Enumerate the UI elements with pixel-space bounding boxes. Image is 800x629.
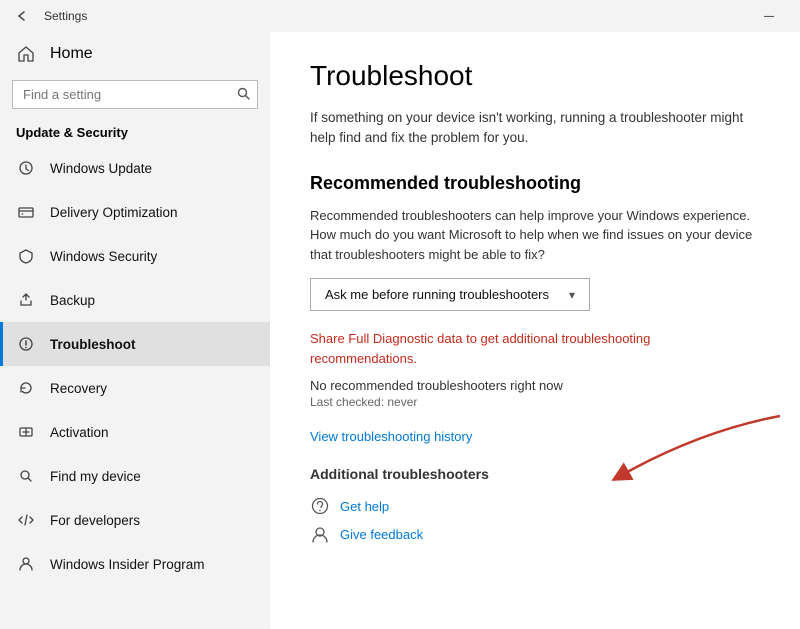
chevron-down-icon: ▾ xyxy=(569,288,575,302)
home-label: Home xyxy=(50,45,93,63)
page-subtitle: If something on your device isn't workin… xyxy=(310,108,760,149)
content-area: Troubleshoot If something on your device… xyxy=(270,32,800,629)
back-icon xyxy=(16,10,28,22)
search-input[interactable] xyxy=(12,80,258,109)
window-controls: — xyxy=(746,0,792,32)
get-help-link[interactable]: Get help xyxy=(340,499,389,514)
recommended-section-title: Recommended troubleshooting xyxy=(310,173,760,194)
sidebar-item-label: Windows Security xyxy=(50,249,157,264)
update-icon xyxy=(16,158,36,178)
sidebar-item-troubleshoot[interactable]: Troubleshoot xyxy=(0,322,270,366)
diagnostic-link-container: Share Full Diagnostic data to get additi… xyxy=(310,329,760,368)
get-help-icon xyxy=(310,496,330,516)
troubleshoot-dropdown[interactable]: Ask me before running troubleshooters ▾ xyxy=(310,278,590,311)
app-title: Settings xyxy=(44,9,87,23)
additional-section-title: Additional troubleshooters xyxy=(310,466,760,482)
sidebar-item-for-developers[interactable]: For developers xyxy=(0,498,270,542)
minimize-button[interactable]: — xyxy=(746,0,792,32)
diagnostic-link[interactable]: Share Full Diagnostic data to get additi… xyxy=(310,331,650,366)
sidebar-item-windows-update[interactable]: Windows Update xyxy=(0,146,270,190)
find-device-icon xyxy=(16,466,36,486)
give-feedback-item[interactable]: Give feedback xyxy=(310,524,760,544)
sidebar-item-activation[interactable]: Activation xyxy=(0,410,270,454)
give-feedback-link[interactable]: Give feedback xyxy=(340,527,423,542)
no-troubleshooters-text: No recommended troubleshooters right now xyxy=(310,378,760,393)
developer-icon xyxy=(16,510,36,530)
sidebar-item-delivery-optimization[interactable]: Delivery Optimization xyxy=(0,190,270,234)
activation-icon xyxy=(16,422,36,442)
sidebar-item-label: Backup xyxy=(50,293,95,308)
search-button[interactable] xyxy=(233,85,254,105)
backup-icon xyxy=(16,290,36,310)
back-button[interactable] xyxy=(8,2,36,30)
help-links: Get help Give feedback xyxy=(310,496,760,544)
sidebar: Home Update & Security Windows U xyxy=(0,32,270,629)
page-title: Troubleshoot xyxy=(310,60,760,92)
sidebar-item-label: Activation xyxy=(50,425,109,440)
give-feedback-icon xyxy=(310,524,330,544)
search-icon xyxy=(237,87,250,100)
sidebar-item-label: Windows Insider Program xyxy=(50,557,205,572)
sidebar-item-label: Troubleshoot xyxy=(50,337,136,352)
sidebar-item-label: For developers xyxy=(50,513,140,528)
sidebar-item-windows-security[interactable]: Windows Security xyxy=(0,234,270,278)
sidebar-section-header: Update & Security xyxy=(0,117,270,146)
insider-icon xyxy=(16,554,36,574)
delivery-icon xyxy=(16,202,36,222)
search-container xyxy=(12,80,258,109)
recovery-icon xyxy=(16,378,36,398)
view-history-link[interactable]: View troubleshooting history xyxy=(310,429,760,444)
sidebar-item-label: Delivery Optimization xyxy=(50,205,178,220)
title-bar: Settings — xyxy=(0,0,800,32)
sidebar-item-recovery[interactable]: Recovery xyxy=(0,366,270,410)
get-help-item[interactable]: Get help xyxy=(310,496,760,516)
sidebar-item-find-my-device[interactable]: Find my device xyxy=(0,454,270,498)
additional-section: Additional troubleshooters xyxy=(310,466,760,482)
sidebar-item-label: Find my device xyxy=(50,469,141,484)
last-checked-text: Last checked: never xyxy=(310,395,760,409)
troubleshoot-icon xyxy=(16,334,36,354)
home-icon xyxy=(16,44,36,64)
app-body: Home Update & Security Windows U xyxy=(0,32,800,629)
sidebar-item-backup[interactable]: Backup xyxy=(0,278,270,322)
sidebar-item-home[interactable]: Home xyxy=(0,32,270,76)
recommended-section-description: Recommended troubleshooters can help imp… xyxy=(310,206,760,265)
sidebar-item-windows-insider[interactable]: Windows Insider Program xyxy=(0,542,270,586)
dropdown-value: Ask me before running troubleshooters xyxy=(325,287,549,302)
sidebar-item-label: Recovery xyxy=(50,381,107,396)
shield-icon xyxy=(16,246,36,266)
sidebar-item-label: Windows Update xyxy=(50,161,152,176)
